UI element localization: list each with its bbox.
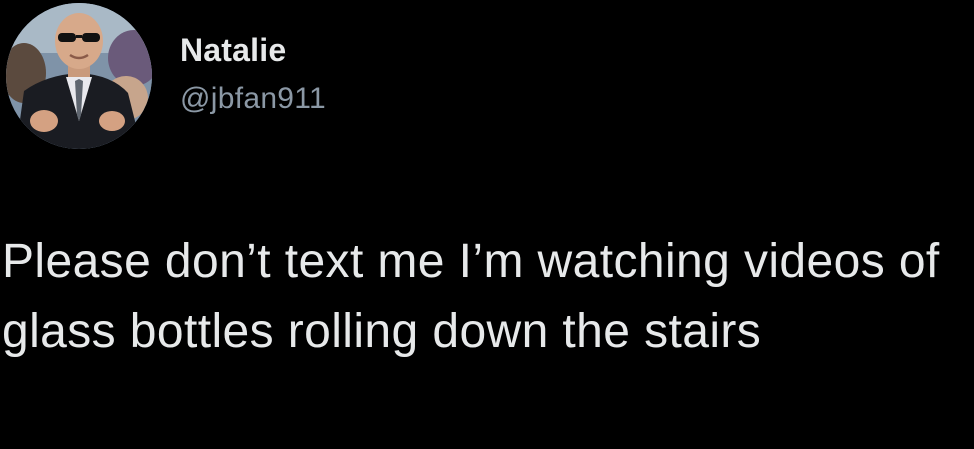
tweet-author[interactable]: Natalie @jbfan911 bbox=[180, 30, 326, 117]
tweet-card: Natalie @jbfan911 Please don’t text me I… bbox=[0, 0, 974, 449]
avatar[interactable] bbox=[6, 3, 152, 149]
display-name[interactable]: Natalie bbox=[180, 30, 326, 70]
avatar-photo-icon bbox=[6, 3, 152, 149]
tweet-text: Please don’t text me I’m watching videos… bbox=[2, 235, 940, 358]
user-handle[interactable]: @jbfan911 bbox=[180, 81, 326, 117]
